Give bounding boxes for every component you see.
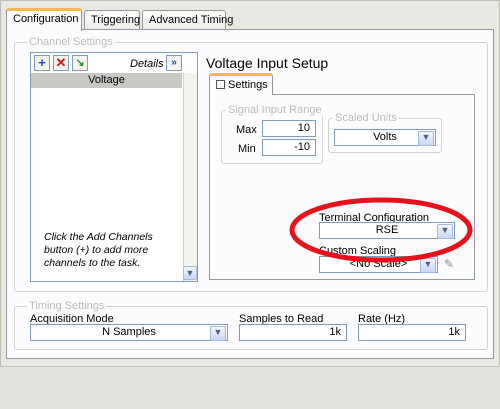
details-button[interactable]: » — [166, 55, 182, 71]
scaled-units-select[interactable]: Volts ▼ — [334, 129, 436, 146]
chevron-down-icon: ▼ — [418, 131, 434, 146]
tab-triggering[interactable]: Triggering — [84, 10, 140, 31]
add-channel-button[interactable]: + — [34, 55, 50, 71]
acquisition-mode-select[interactable]: N Samples ▼ — [30, 324, 228, 341]
tab-label: Configuration — [13, 13, 79, 25]
max-input[interactable]: 10 — [262, 120, 316, 137]
tab-advanced-timing[interactable]: Advanced Timing — [142, 10, 233, 31]
rate-input[interactable]: 1k — [358, 324, 466, 341]
acquisition-mode-value: N Samples — [102, 326, 156, 338]
chevron-down-icon: ▼ — [210, 326, 226, 341]
plus-icon: + — [38, 55, 46, 70]
tab-configuration[interactable]: Configuration — [6, 8, 82, 31]
x-icon: ✕ — [55, 55, 67, 70]
reorder-channel-button[interactable]: ↘ — [72, 55, 88, 71]
channel-settings-label: Channel Settings — [27, 36, 115, 48]
timing-settings-label: Timing Settings — [27, 300, 107, 312]
settings-tab-label: Settings — [228, 79, 268, 91]
tab-label: Triggering — [91, 14, 141, 26]
arrow-icon: ↘ — [75, 57, 85, 69]
scaled-units-value: Volts — [373, 131, 397, 143]
tab-label: Advanced Timing — [149, 14, 234, 26]
channel-name: Voltage — [88, 74, 125, 86]
settings-tab[interactable]: Settings — [209, 73, 273, 95]
max-label: Max — [236, 124, 257, 136]
scroll-down-icon[interactable]: ▼ — [183, 266, 197, 280]
highlight-ellipse — [289, 197, 473, 263]
bottom-bar — [0, 366, 500, 409]
scaled-units-label: Scaled Units — [333, 112, 399, 124]
min-input[interactable]: -10 — [262, 139, 316, 156]
setup-title: Voltage Input Setup — [206, 55, 329, 71]
double-chevron-right-icon: » — [171, 57, 177, 68]
details-label: Details — [130, 58, 164, 70]
signal-range-label: Signal Input Range — [226, 104, 324, 116]
min-label: Min — [238, 143, 256, 155]
settings-tab-icon — [216, 80, 225, 89]
channel-list-scrollbar[interactable] — [183, 73, 197, 281]
samples-to-read-input[interactable]: 1k — [239, 324, 347, 341]
channel-list-item[interactable]: Voltage — [31, 73, 182, 88]
add-channels-hint: Click the Add Channels button (+) to add… — [44, 231, 153, 269]
remove-channel-button[interactable]: ✕ — [53, 55, 69, 71]
